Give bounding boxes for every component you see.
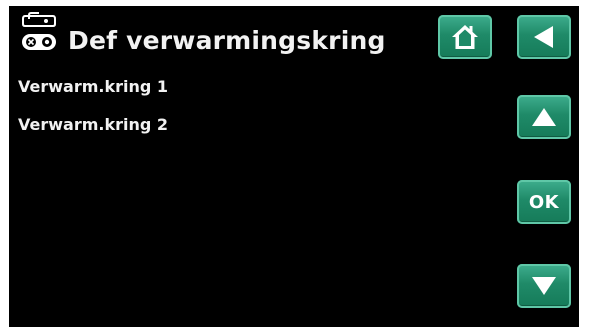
page-title: Def verwarmingskring	[68, 26, 386, 55]
ok-label: OK	[528, 191, 560, 213]
display-screen: Def verwarmingskring Verwarm.kring 1 Ver…	[9, 6, 579, 327]
arrow-down-icon	[530, 275, 558, 297]
back-arrow-icon	[532, 24, 556, 50]
ok-button[interactable]: OK	[517, 180, 571, 224]
menu-item-heating-circuit-2[interactable]: Verwarm.kring 2	[18, 115, 168, 134]
home-button[interactable]	[438, 15, 492, 59]
menu-item-heating-circuit-1[interactable]: Verwarm.kring 1	[18, 77, 168, 96]
arrow-up-icon	[530, 106, 558, 128]
scroll-up-button[interactable]	[517, 95, 571, 139]
home-icon	[450, 22, 480, 52]
heating-circuit-icon	[19, 10, 59, 54]
back-button[interactable]	[517, 15, 571, 59]
scroll-down-button[interactable]	[517, 264, 571, 308]
